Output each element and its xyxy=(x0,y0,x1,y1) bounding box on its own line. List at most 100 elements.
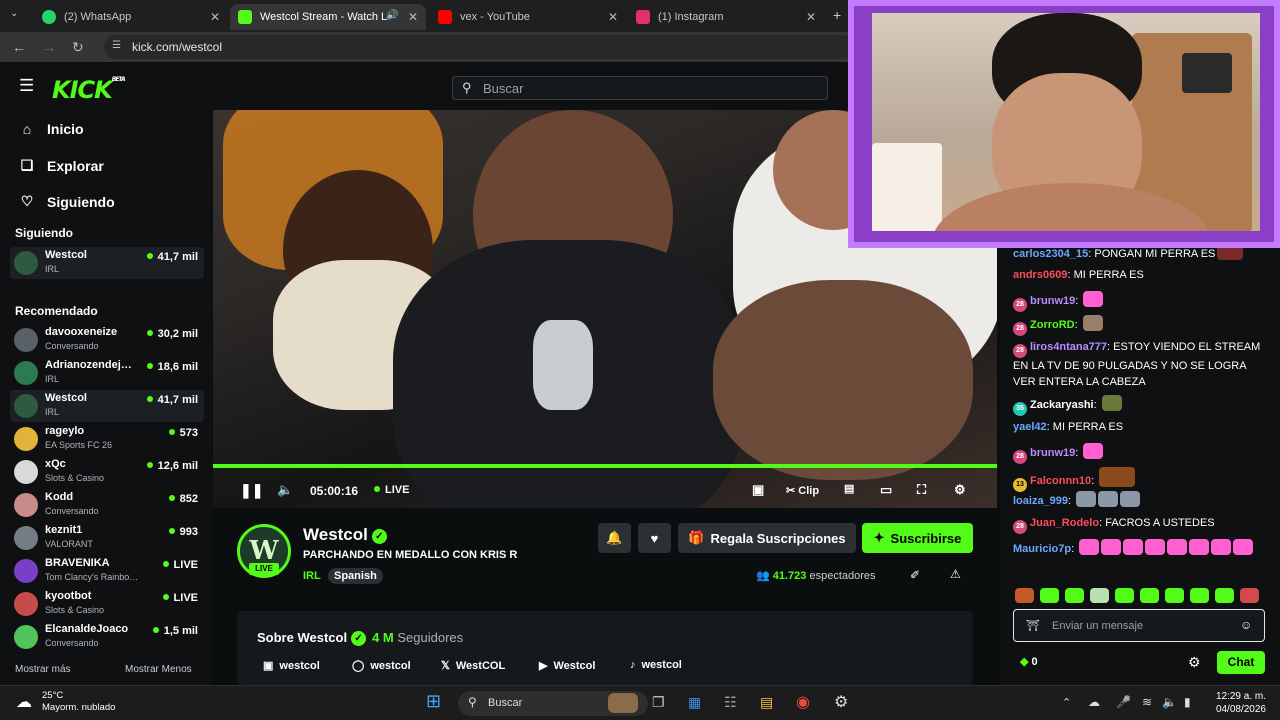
clip-button[interactable]: ✂ Clip xyxy=(786,484,819,497)
chrome-icon[interactable]: ◉ xyxy=(796,692,810,712)
live-indicator[interactable]: LIVE xyxy=(374,484,409,496)
pause-icon[interactable]: ❚❚ xyxy=(240,482,263,499)
emote-icon[interactable] xyxy=(1115,588,1134,603)
chat-username[interactable]: loaiza_999 xyxy=(1013,495,1068,507)
recommended-channel[interactable]: Westcol IRL 41,7 mil xyxy=(10,390,204,422)
task-view-icon[interactable]: ❐ xyxy=(652,694,665,711)
theater-mode-icon[interactable]: ▭ xyxy=(880,482,892,498)
system-clock[interactable]: 12:29 a. m. 04/08/2026 xyxy=(1210,690,1266,716)
chat-username[interactable]: brunw19 xyxy=(1030,447,1075,459)
wifi-icon[interactable]: ≋ xyxy=(1142,695,1152,709)
category-link[interactable]: IRL xyxy=(303,570,321,582)
chat-username[interactable]: liros4ntana777 xyxy=(1030,341,1107,353)
back-icon[interactable]: ← xyxy=(12,39,26,55)
tab-kick[interactable]: Westcol Stream - Watch Li… 🔊 ✕ xyxy=(230,4,426,30)
site-info-icon[interactable]: ☰ xyxy=(112,40,121,51)
recommended-channel[interactable]: BRAVENIKA Tom Clancy's Rainbo… LIVE xyxy=(10,555,204,587)
recommended-channel[interactable]: keznit1 VALORANT 993 xyxy=(10,522,204,554)
recommended-channel[interactable]: kyootbot Slots & Casino LIVE xyxy=(10,588,204,620)
onedrive-icon[interactable]: ☁ xyxy=(1088,695,1100,709)
chat-settings-icon[interactable]: ⚙ xyxy=(1188,654,1201,671)
nav-following[interactable]: ♡ Siguiendo xyxy=(18,193,115,210)
volume-icon[interactable]: 🔈 xyxy=(1162,695,1177,709)
tab-instagram[interactable]: (1) Instagram ✕ xyxy=(628,4,824,30)
recommended-channel[interactable]: rageylo EA Sports FC 26 573 xyxy=(10,423,204,455)
notification-button[interactable]: 🔔 xyxy=(598,523,631,553)
speaker-icon[interactable]: 🔊 xyxy=(386,10,398,21)
gift-subs-button[interactable]: 🎁 Regala Suscripciones xyxy=(678,523,856,553)
recommended-channel[interactable]: Adrianozendej… IRL 18,6 mil xyxy=(10,357,204,389)
emote-icon[interactable] xyxy=(1015,588,1034,603)
recommended-channel[interactable]: Kodd Conversando 852 xyxy=(10,489,204,521)
tab-list-icon[interactable]: ⌄ xyxy=(10,8,18,19)
tray-overflow-icon[interactable]: ⌃ xyxy=(1062,696,1071,709)
weather-widget[interactable]: 25°C Mayorm. nublado xyxy=(42,690,115,714)
chat-message-input[interactable]: ⛩ Enviar un mensaje ☺ xyxy=(1013,609,1265,642)
social-link-tiktok[interactable]: ♪ westcol xyxy=(630,659,682,671)
url-field[interactable]: ☰ kick.com/westcol xyxy=(104,35,854,59)
emote-icon[interactable] xyxy=(1040,588,1059,603)
battery-icon[interactable]: ▮ xyxy=(1184,695,1191,709)
close-icon[interactable]: ✕ xyxy=(408,10,418,24)
app-icon[interactable]: ⚙ xyxy=(834,692,848,712)
picture-in-picture-icon[interactable]: ▣ xyxy=(752,482,764,498)
chat-username[interactable]: Zackaryashi xyxy=(1030,399,1094,411)
chat-username[interactable]: andrs0609 xyxy=(1013,269,1067,281)
video-progress-bar[interactable] xyxy=(213,464,997,468)
recommended-channel[interactable]: ElcanaldeJoaco Conversando 1,5 mil xyxy=(10,621,204,653)
follow-button[interactable]: ♥ xyxy=(638,523,671,553)
menu-icon[interactable]: ☰ xyxy=(19,76,34,96)
social-link-x[interactable]: 𝕏 WestCOL xyxy=(441,659,505,673)
chat-send-button[interactable]: Chat xyxy=(1217,651,1265,674)
subscribe-button[interactable]: ✦ Suscribirse xyxy=(862,523,973,553)
show-more-link[interactable]: Mostrar más xyxy=(15,664,71,675)
calculator-icon[interactable]: ☷ xyxy=(724,694,737,711)
volume-icon[interactable]: 🔈 xyxy=(277,482,293,498)
chat-username[interactable]: Juan_Rodelo xyxy=(1030,517,1099,529)
social-link-kick[interactable]: ▣ westcol xyxy=(263,659,320,673)
fullscreen-icon[interactable]: ⛶ xyxy=(917,482,926,498)
social-link-youtube[interactable]: ▶ Westcol xyxy=(539,659,595,673)
emote-icon[interactable] xyxy=(1090,588,1109,603)
channel-name[interactable]: Westcol ✓ xyxy=(303,525,387,545)
new-tab-icon[interactable]: + xyxy=(833,7,841,23)
following-channel-westcol[interactable]: Westcol IRL 41,7 mil xyxy=(10,247,204,279)
chat-username[interactable]: carlos2304_15 xyxy=(1013,248,1088,260)
microphone-icon[interactable]: 🎤 xyxy=(1116,695,1131,709)
windows-start-icon[interactable]: ⊞ xyxy=(426,691,441,712)
share-icon[interactable]: ✐ xyxy=(910,568,920,582)
nav-home[interactable]: ⌂ Inicio xyxy=(18,121,84,137)
search-input[interactable]: ⚲ Buscar xyxy=(452,76,828,100)
emoji-picker-icon[interactable]: ☺ xyxy=(1240,618,1252,632)
show-less-link[interactable]: Mostrar Menos xyxy=(125,664,192,675)
weather-icon[interactable]: ☁ xyxy=(16,692,32,712)
channel-points[interactable]: ◆ 0 xyxy=(1020,655,1038,668)
reload-icon[interactable]: ↻ xyxy=(72,39,84,56)
emote-icon[interactable] xyxy=(1240,588,1259,603)
tab-youtube[interactable]: vex - YouTube ✕ xyxy=(430,4,626,30)
chat-username[interactable]: Falconnn10 xyxy=(1030,475,1091,487)
recommended-channel[interactable]: xQc Slots & Casino 12,6 mil xyxy=(10,456,204,488)
forward-icon[interactable]: → xyxy=(42,39,56,55)
recommended-channel[interactable]: davooxeneize Conversando 30,2 mil xyxy=(10,324,204,356)
emote-icon[interactable] xyxy=(1165,588,1184,603)
taskbar-search[interactable]: ⚲ Buscar xyxy=(458,691,648,716)
chat-username[interactable]: yael42 xyxy=(1013,421,1047,433)
language-tag[interactable]: Spanish xyxy=(328,568,383,584)
report-icon[interactable]: ⚠ xyxy=(950,567,961,581)
captions-icon[interactable]: ▤ xyxy=(844,482,854,495)
file-explorer-icon[interactable]: ▤ xyxy=(760,694,773,711)
emote-icon[interactable] xyxy=(1065,588,1084,603)
emote-icon[interactable] xyxy=(1140,588,1159,603)
social-link-instagram[interactable]: ◯ westcol xyxy=(352,659,411,673)
close-icon[interactable]: ✕ xyxy=(608,10,618,24)
chat-username[interactable]: Mauricio7p xyxy=(1013,543,1071,555)
close-icon[interactable]: ✕ xyxy=(806,10,816,24)
emote-icon[interactable] xyxy=(1215,588,1234,603)
chat-username[interactable]: ZorroRD xyxy=(1030,319,1075,331)
store-icon[interactable]: ▦ xyxy=(688,694,701,711)
tab-whatsapp[interactable]: (2) WhatsApp ✕ xyxy=(34,4,228,30)
chat-username[interactable]: brunw19 xyxy=(1030,295,1075,307)
emote-icon[interactable] xyxy=(1190,588,1209,603)
close-icon[interactable]: ✕ xyxy=(210,10,220,24)
